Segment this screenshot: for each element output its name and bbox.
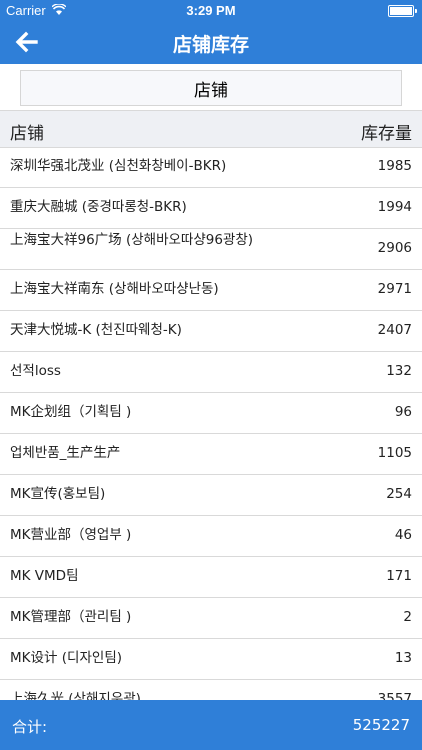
row-qty: 1994: [377, 199, 412, 215]
row-store: 重庆大融城 (중경따롱청-BKR): [10, 199, 187, 215]
battery-icon: [388, 5, 417, 17]
row-qty: 1105: [377, 445, 412, 461]
row-store: MK设计 (디자인팀): [10, 650, 123, 666]
table-row[interactable]: 重庆大融城 (중경따롱청-BKR) 1994: [0, 188, 422, 229]
table-row[interactable]: 선적loss 132: [0, 352, 422, 393]
row-qty: 2906: [377, 240, 412, 256]
segment-container: 店铺: [0, 64, 422, 110]
page-title: 店铺库存: [172, 34, 249, 56]
row-store: MK企划组（기획팀 ): [10, 404, 132, 420]
table-row[interactable]: 上海宝大祥96广场 (상해바오따샹96광창) 2906: [0, 229, 422, 270]
row-store: 上海宝大祥96广场 (상해바오따샹96광창): [10, 232, 254, 248]
row-qty: 254: [386, 486, 412, 502]
table-row[interactable]: 天津大悦城-K (천진따웨청-K) 2407: [0, 311, 422, 352]
row-store: 선적loss: [10, 363, 61, 379]
row-qty: 2: [403, 609, 412, 625]
row-qty: 132: [386, 363, 412, 379]
row-store: 上海宝大祥南东 (상해바오따샹난동): [10, 281, 219, 297]
store-selector-button[interactable]: 店铺: [20, 70, 402, 106]
row-store: 天津大悦城-K (천진따웨청-K): [10, 322, 182, 338]
row-store: 업체반품_生产生产: [10, 445, 121, 461]
row-qty: 2407: [377, 322, 412, 338]
row-qty: 2971: [377, 281, 412, 297]
total-value: 525227: [352, 716, 410, 734]
table-row[interactable]: MK营业部（영업부 ) 46: [0, 516, 422, 557]
total-label: 合计:: [12, 718, 48, 736]
status-time: 3:29 PM: [186, 3, 236, 18]
table-row[interactable]: MK宣传(홍보팀) 254: [0, 475, 422, 516]
row-qty: 171: [386, 568, 412, 584]
total-footer: 合计: 525227: [0, 700, 422, 750]
table-header: 店铺 库存量: [0, 110, 422, 148]
table-row[interactable]: MK VMD팀 171: [0, 557, 422, 598]
table-row[interactable]: MK管理部（관리팀 ) 2: [0, 598, 422, 639]
table-row[interactable]: 深圳华强北茂业 (심천화창베이-BKR) 1985: [0, 147, 422, 188]
table-row[interactable]: 업체반품_生产生产 1105: [0, 434, 422, 475]
table-row[interactable]: MK设计 (디자인팀) 13: [0, 639, 422, 680]
header-store: 店铺: [10, 124, 44, 144]
row-store: 深圳华强北茂业 (심천화창베이-BKR): [10, 158, 227, 174]
row-qty: 96: [394, 404, 412, 420]
table-row[interactable]: 上海宝大祥南东 (상해바오따샹난동) 2971: [0, 270, 422, 311]
nav-bar: 店铺库存: [0, 20, 422, 64]
status-bar: Carrier 3:29 PM: [0, 0, 422, 20]
header-quantity: 库存量: [361, 124, 412, 144]
app-header: Carrier 3:29 PM 店铺库存: [0, 0, 422, 64]
row-store: MK宣传(홍보팀): [10, 486, 106, 502]
row-store: MK VMD팀: [10, 568, 79, 584]
row-store: MK营业部（영업부 ): [10, 527, 132, 543]
table-row[interactable]: MK企划组（기획팀 ) 96: [0, 393, 422, 434]
row-store: MK管理部（관리팀 ): [10, 609, 132, 625]
row-qty: 46: [394, 527, 412, 543]
store-selector-label: 店铺: [194, 80, 228, 101]
inventory-list[interactable]: 深圳华强北茂业 (심천화창베이-BKR) 1985 重庆大融城 (중경따롱청-BK…: [0, 147, 422, 721]
row-qty: 1985: [377, 158, 412, 174]
row-qty: 13: [394, 650, 412, 666]
